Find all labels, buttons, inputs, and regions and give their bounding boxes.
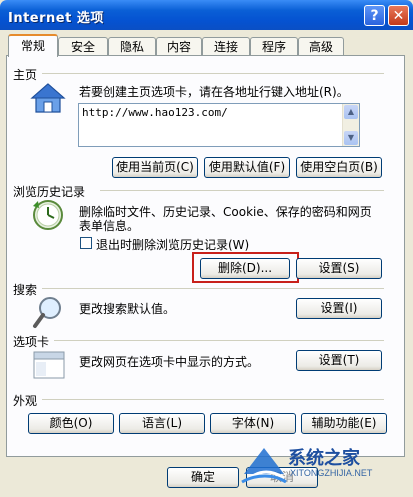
appearance-divider xyxy=(42,399,384,400)
address-scrollbar[interactable]: ▲ ▼ xyxy=(342,104,359,146)
history-clock-icon xyxy=(33,200,63,230)
magnifier-icon xyxy=(33,297,61,328)
appearance-heading: 外观 xyxy=(13,394,38,408)
use-default-button[interactable]: 使用默认值(F) xyxy=(204,157,290,178)
tab-privacy[interactable]: 隐私 xyxy=(108,37,156,55)
home-divider xyxy=(42,73,384,74)
history-divider xyxy=(100,190,384,191)
history-description-2: 表单信息。 xyxy=(79,219,140,233)
tab-content[interactable]: 内容 xyxy=(156,37,202,55)
use-current-button[interactable]: 使用当前页(C) xyxy=(112,157,198,178)
window-title: Internet 选项 xyxy=(8,11,104,26)
tab-connections[interactable]: 连接 xyxy=(202,37,250,55)
close-button[interactable]: ✕ xyxy=(388,5,409,26)
tabs-icon xyxy=(33,351,65,379)
fonts-button[interactable]: 字体(N) xyxy=(210,413,296,434)
delete-on-exit-checkbox[interactable] xyxy=(80,237,92,249)
watermark-logo-icon xyxy=(241,448,287,484)
search-settings-button[interactable]: 设置(I) xyxy=(296,298,382,319)
tab-programs[interactable]: 程序 xyxy=(250,37,298,55)
delete-on-exit-label: 退出时删除浏览历史记录(W) xyxy=(96,238,250,252)
accessibility-button[interactable]: 辅助功能(E) xyxy=(301,413,387,434)
delete-history-button[interactable]: 删除(D)... xyxy=(200,258,290,279)
home-heading: 主页 xyxy=(13,68,38,82)
title-bar: Internet 选项 ? ✕ xyxy=(0,0,413,30)
tab-general[interactable]: 常规 xyxy=(8,34,58,57)
scroll-down-icon[interactable]: ▼ xyxy=(344,131,358,145)
house-icon xyxy=(30,83,66,113)
tabs-description: 更改网页在选项卡中显示的方式。 xyxy=(79,355,260,369)
watermark-url: XITONGZHIJIA.NET xyxy=(290,468,373,478)
use-blank-button[interactable]: 使用空白页(B) xyxy=(296,157,382,178)
tab-advanced[interactable]: 高级 xyxy=(298,37,344,55)
help-button[interactable]: ? xyxy=(364,5,385,26)
languages-button[interactable]: 语言(L) xyxy=(119,413,205,434)
home-description: 若要创建主页选项卡，请在各地址行键入地址(R)。 xyxy=(79,85,349,99)
scroll-up-icon[interactable]: ▲ xyxy=(344,105,358,119)
history-settings-button[interactable]: 设置(S) xyxy=(296,258,382,279)
watermark: 系统之家 XITONGZHIJIA.NET xyxy=(240,440,390,490)
ok-button[interactable]: 确定 xyxy=(167,467,239,488)
tabs-divider xyxy=(54,340,384,341)
watermark-brand: 系统之家 xyxy=(288,448,360,469)
home-address-text: http://www.hao123.com/ xyxy=(82,106,228,119)
colors-button[interactable]: 颜色(O) xyxy=(28,413,114,434)
search-description: 更改搜索默认值。 xyxy=(79,302,176,316)
tab-security[interactable]: 安全 xyxy=(58,37,108,55)
home-address-field[interactable]: http://www.hao123.com/ ▲ ▼ xyxy=(78,103,360,147)
search-divider xyxy=(42,288,384,289)
tabs-settings-button[interactable]: 设置(T) xyxy=(296,350,382,371)
